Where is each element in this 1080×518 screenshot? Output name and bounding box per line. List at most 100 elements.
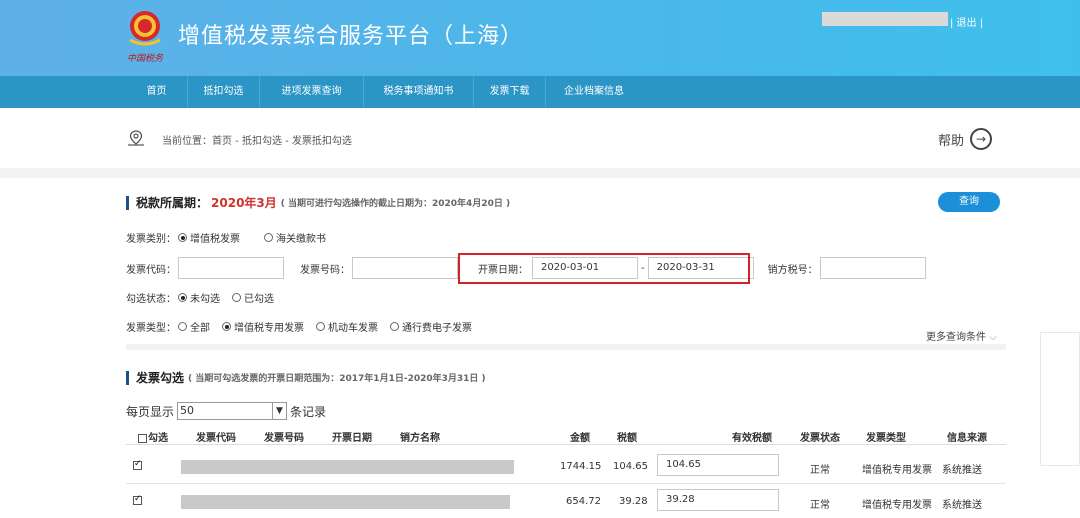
invoice-type-row: 发票类型： 全部 增值税专用发票 机动车发票 通行费电子发票	[126, 319, 484, 334]
per-page-label: 每页显示	[126, 404, 175, 419]
invoice-number-input[interactable]	[352, 257, 458, 279]
col-header-amount[interactable]: 金额	[570, 429, 590, 444]
per-page-select[interactable]: 50 ▼	[177, 402, 288, 420]
site-title: 增值税发票综合服务平台（上海）	[178, 24, 524, 49]
username-redacted	[822, 12, 948, 26]
radio-empty-icon	[390, 322, 399, 331]
location-pin-icon	[128, 130, 144, 146]
help-label: 帮助	[938, 133, 965, 149]
select-all-checkbox[interactable]	[138, 433, 147, 443]
row-type: 增值税专用发票	[862, 500, 932, 511]
query-button[interactable]: 查询	[938, 192, 1000, 212]
radio-checked-status[interactable]: 已勾选	[232, 290, 274, 305]
radio-type-vehicle[interactable]: 机动车发票	[316, 319, 378, 334]
selection-heading: 发票勾选 ( 当期可勾选发票的开票日期范围为：2017年1月1日-2020年3月…	[126, 369, 486, 386]
row-type: 增值税专用发票	[862, 465, 932, 476]
chevron-down-icon: ▼	[272, 403, 286, 419]
main-panel: 税款所属期： 2020年3月 ( 当期可进行勾选操作的截止日期为：2020年4月…	[0, 178, 1080, 518]
date-highlight-box	[458, 253, 750, 284]
section-divider	[126, 344, 1006, 350]
checkbox-checked-icon	[133, 494, 142, 505]
breadcrumb-bar: 当前位置：首页 - 抵扣勾选 - 发票抵扣勾选 帮助 →	[0, 108, 1080, 168]
row-divider	[126, 483, 1006, 484]
row-checkbox[interactable]	[133, 459, 142, 471]
nav-item-input-invoice-query[interactable]: 进项发票查询	[260, 76, 364, 108]
radio-empty-icon	[264, 233, 273, 242]
radio-empty-icon	[178, 322, 187, 331]
col-header-type[interactable]: 发票类型	[866, 429, 906, 444]
radio-label: 增值税发票	[190, 234, 240, 245]
row-amount: 654.72	[566, 496, 601, 507]
help-button[interactable]: 帮助 →	[938, 128, 993, 150]
invoice-code-label: 发票代码：	[126, 264, 176, 276]
valid-tax-input[interactable]: 39.28	[657, 489, 779, 511]
valid-tax-input[interactable]: 104.65	[657, 454, 779, 476]
radio-label: 增值税专用发票	[234, 323, 304, 334]
radio-empty-icon	[232, 293, 241, 302]
more-conditions-label: 更多查询条件	[926, 332, 986, 343]
radio-selected-icon	[178, 293, 187, 302]
invoice-category-label: 发票类别：	[126, 234, 176, 245]
radio-label: 已勾选	[244, 294, 274, 305]
radio-unchecked-status[interactable]: 未勾选	[178, 290, 220, 305]
col-header-valid-tax[interactable]: 有效税额	[732, 429, 772, 444]
invoice-number-label: 发票号码：	[300, 264, 350, 276]
radio-type-all[interactable]: 全部	[178, 319, 210, 334]
svg-text:中国税务: 中国税务	[127, 53, 164, 64]
col-header-source[interactable]: 信息来源	[947, 429, 987, 444]
tax-emblem-logo: 中国税务	[127, 11, 164, 64]
redacted-invoice-info	[181, 460, 514, 474]
floating-side-panel[interactable]	[1040, 332, 1080, 466]
nav-item-home[interactable]: 首页	[126, 76, 188, 108]
radio-type-toll[interactable]: 通行费电子发票	[390, 319, 472, 334]
seller-tax-input[interactable]	[819, 257, 926, 279]
radio-type-vat-special[interactable]: 增值税专用发票	[222, 319, 304, 334]
chevron-down-icon: ⌵	[989, 332, 997, 343]
col-header-date[interactable]: 开票日期	[332, 429, 372, 444]
radio-selected-icon	[222, 322, 231, 331]
row-checkbox[interactable]	[133, 494, 142, 506]
logout-link[interactable]: | 退出 |	[950, 14, 983, 29]
section-marker	[126, 195, 129, 210]
per-page-value: 50	[180, 404, 195, 417]
col-header-check: 勾选	[138, 429, 168, 444]
nav-item-enterprise-profile[interactable]: 企业档案信息	[546, 76, 642, 108]
radio-label: 全部	[190, 323, 210, 334]
nav-item-tax-notice[interactable]: 税务事项通知书	[364, 76, 474, 108]
tax-period-note: ( 当期可进行勾选操作的截止日期为：2020年4月20日 )	[280, 199, 511, 209]
nav-item-deduction-check[interactable]: 抵扣勾选	[188, 76, 260, 108]
row-tax: 104.65	[613, 461, 648, 472]
row-tax: 39.28	[619, 496, 648, 507]
col-header-status[interactable]: 发票状态	[800, 429, 840, 444]
radio-label: 未勾选	[190, 294, 220, 305]
checkbox-checked-icon	[133, 459, 142, 470]
per-page-suffix: 条记录	[290, 404, 327, 419]
arrow-right-icon: →	[970, 128, 993, 150]
radio-label: 机动车发票	[328, 323, 378, 334]
radio-label: 通行费电子发票	[402, 323, 472, 334]
section-marker	[126, 370, 129, 385]
col-header-tax[interactable]: 税额	[617, 429, 637, 444]
row-status: 正常	[810, 465, 830, 476]
radio-vat-invoice[interactable]: 增值税发票	[178, 230, 240, 245]
per-page-control: 每页显示 50 ▼ 条记录	[126, 402, 326, 420]
site-header: 中国税务 增值税发票综合服务平台（上海） | 退出 |	[0, 0, 1080, 76]
tax-period-value: 2020年3月	[211, 196, 277, 210]
invoice-category-row: 发票类别： 增值税发票 海关缴款书	[126, 230, 338, 245]
row-status: 正常	[810, 500, 830, 511]
more-conditions-toggle[interactable]: 更多查询条件 ⌵	[926, 328, 997, 343]
col-header-code[interactable]: 发票代码	[196, 429, 236, 444]
check-status-label: 勾选状态：	[126, 294, 176, 305]
breadcrumb: 当前位置：首页 - 抵扣勾选 - 发票抵扣勾选	[162, 136, 352, 147]
nav-item-invoice-download[interactable]: 发票下载	[474, 76, 546, 108]
radio-empty-icon	[316, 322, 325, 331]
selection-title: 发票勾选	[136, 371, 185, 385]
radio-customs-payment[interactable]: 海关缴款书	[264, 230, 326, 245]
invoice-type-label: 发票类型：	[126, 323, 176, 334]
tax-period-label: 税款所属期：	[136, 196, 209, 210]
invoice-code-input[interactable]	[178, 257, 284, 279]
col-header-label: 勾选	[148, 433, 168, 444]
col-header-number[interactable]: 发票号码	[264, 429, 304, 444]
col-header-seller[interactable]: 销方名称	[400, 429, 440, 444]
redacted-invoice-info	[181, 495, 510, 509]
